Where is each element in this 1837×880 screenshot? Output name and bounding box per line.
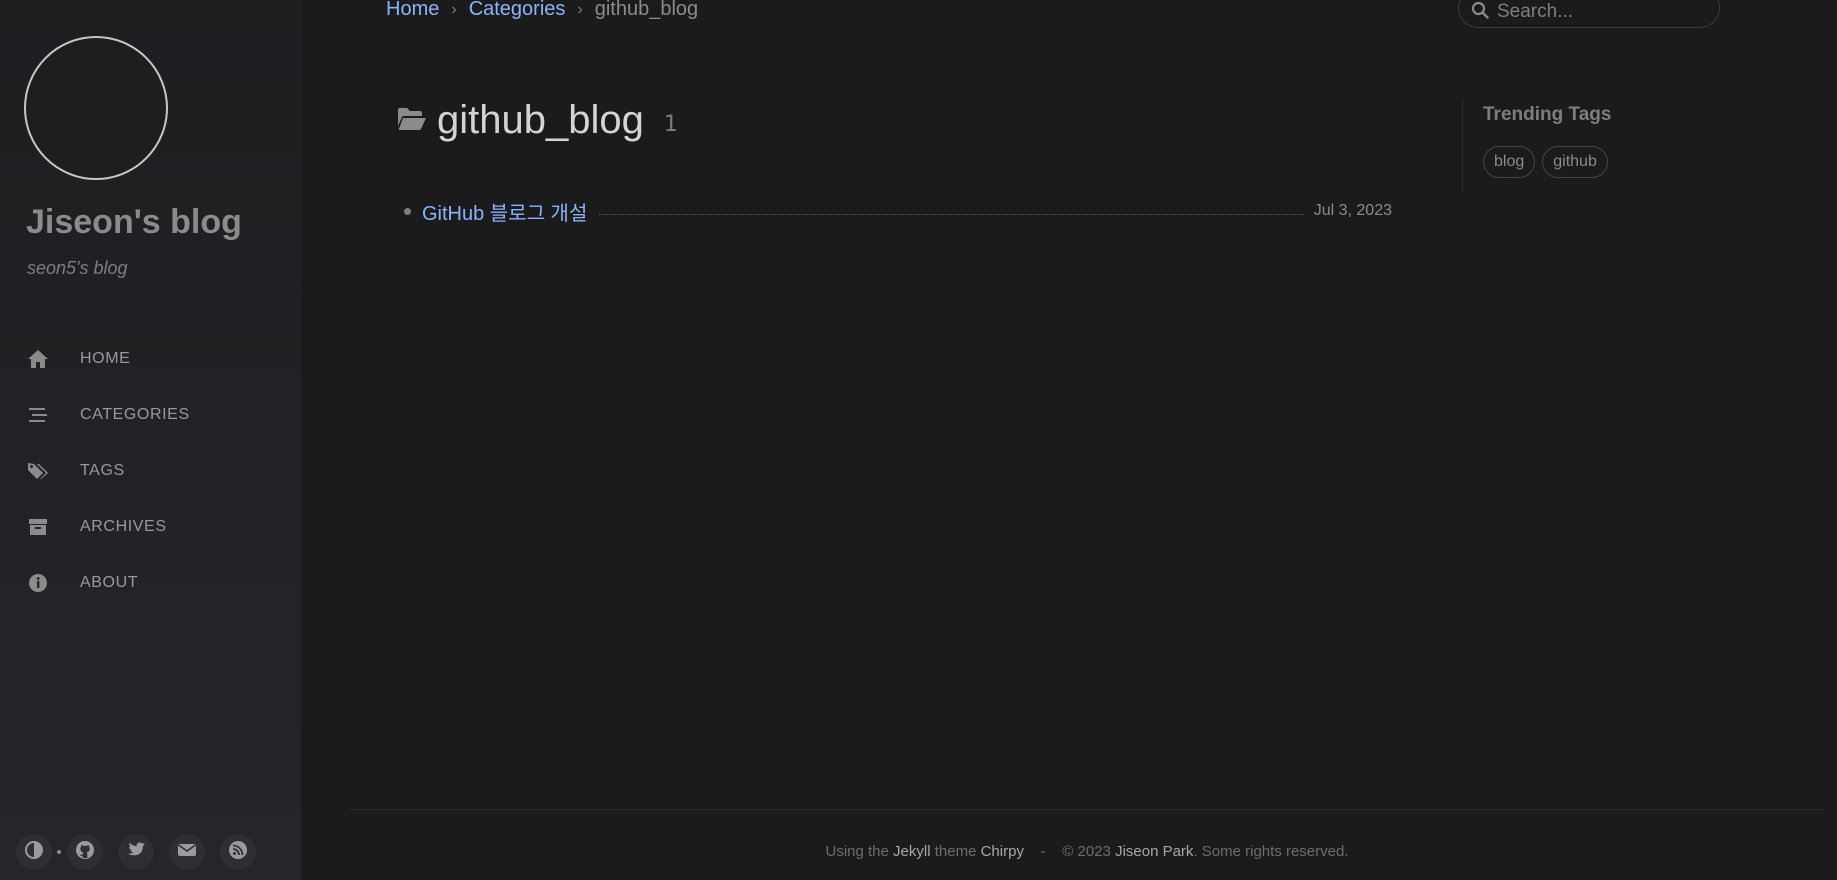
rss-icon — [228, 840, 248, 864]
sidebar-item-label: ARCHIVES — [80, 518, 167, 535]
search-box[interactable] — [1458, 0, 1720, 28]
info-circle-icon — [26, 571, 50, 595]
breadcrumb: Home › Categories › github_blog — [386, 0, 698, 21]
page-heading: github_blog 1 — [397, 98, 678, 143]
breadcrumb-separator: › — [577, 0, 583, 18]
sidebar-item-label: ABOUT — [80, 574, 139, 591]
github-icon — [75, 840, 95, 864]
post-date: Jul 3, 2023 — [1313, 202, 1392, 219]
archive-icon — [26, 515, 50, 539]
twitter-icon — [126, 841, 146, 863]
panel-title: Trending Tags — [1483, 104, 1612, 125]
footer-copyright: © 2023 — [1062, 843, 1111, 860]
breadcrumb-categories-link[interactable]: Categories — [469, 0, 566, 21]
sidebar-item-archives[interactable]: ARCHIVES — [0, 499, 301, 555]
stream-icon — [26, 403, 50, 427]
theme-toggle-icon — [24, 840, 44, 864]
separator-dot — [57, 850, 61, 854]
sidebar-item-home[interactable]: HOME — [0, 331, 301, 387]
github-link[interactable] — [67, 834, 103, 870]
footer-dash: - — [1040, 843, 1046, 860]
sidebar-item-label: CATEGORIES — [80, 406, 190, 423]
footer-text: Using the Jekyll theme Chirpy - © 2023 J… — [350, 843, 1824, 860]
avatar[interactable] — [24, 36, 168, 180]
search-icon — [1471, 1, 1489, 23]
sidebar-item-categories[interactable]: CATEGORIES — [0, 387, 301, 443]
email-link[interactable] — [169, 834, 205, 870]
sidebar-item-about[interactable]: ABOUT — [0, 555, 301, 611]
sidebar-item-tags[interactable]: TAGS — [0, 443, 301, 499]
chirpy-link[interactable]: Chirpy — [981, 843, 1024, 860]
trending-tags-panel: Trending Tags blog github — [1462, 98, 1702, 192]
sidebar-nav: HOME CATEGORIES TAGS ARCHIVES ABOUT — [0, 331, 301, 611]
sidebar-item-label: TAGS — [80, 462, 125, 479]
jekyll-link[interactable]: Jekyll — [893, 843, 931, 860]
list-bullet — [404, 207, 411, 215]
sidebar: Jiseon's blog seon5's blog HOME CATEGORI… — [0, 0, 301, 880]
rss-link[interactable] — [220, 834, 256, 870]
email-icon — [177, 842, 197, 862]
folder-open-icon — [397, 107, 427, 135]
list-item: GitHub 블로그 개설 Jul 3, 2023 — [404, 196, 1392, 226]
dotted-leader — [599, 213, 1304, 215]
footer-using-text: Using the — [825, 843, 889, 860]
site-subtitle: seon5's blog — [27, 258, 128, 278]
tag-github[interactable]: github — [1542, 146, 1608, 178]
home-icon — [26, 347, 50, 371]
footer-rights: . Some rights reserved. — [1193, 843, 1349, 860]
breadcrumb-separator: › — [451, 0, 457, 18]
site-title[interactable]: Jiseon's blog — [26, 203, 242, 242]
breadcrumb-current: github_blog — [594, 0, 699, 20]
topbar: Home › Categories › github_blog — [301, 0, 1837, 30]
page-title: github_blog — [437, 98, 644, 142]
post-link[interactable]: GitHub 블로그 개설 — [422, 197, 587, 226]
tag-blog[interactable]: blog — [1483, 146, 1536, 178]
footer-theme-text: theme — [934, 843, 977, 860]
footer: Using the Jekyll theme Chirpy - © 2023 J… — [350, 809, 1824, 860]
twitter-link[interactable] — [118, 834, 154, 870]
breadcrumb-home-link[interactable]: Home — [386, 0, 439, 21]
tag-list: blog github — [1483, 146, 1702, 178]
author-link[interactable]: Jiseon Park — [1115, 843, 1193, 860]
sidebar-bottom — [16, 834, 271, 870]
tags-icon — [26, 459, 50, 483]
sidebar-item-label: HOME — [80, 350, 131, 367]
mode-toggle-button[interactable] — [16, 834, 52, 870]
search-input[interactable] — [1497, 1, 1707, 23]
post-count: 1 — [663, 112, 678, 137]
